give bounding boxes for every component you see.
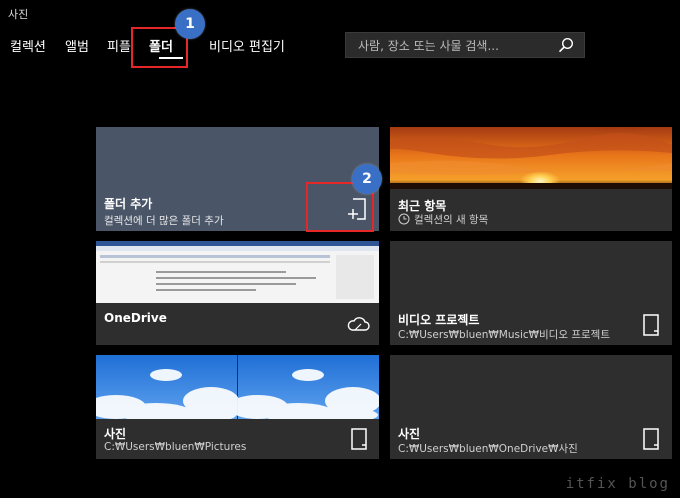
- pictures-path: C:₩Users₩bluen₩Pictures: [104, 441, 247, 453]
- blog-watermark: itfix blog: [565, 476, 670, 492]
- folder-icon: [643, 428, 659, 450]
- add-folder-subtitle: 컬렉션에 더 많은 폴더 추가: [104, 215, 224, 227]
- search-input[interactable]: [356, 35, 555, 57]
- onedrive-title: OneDrive: [104, 311, 167, 325]
- callout-badge-1: 1: [175, 9, 205, 39]
- onedrive-pictures-path: C:₩Users₩bluen₩OneDrive₩사진: [398, 443, 578, 455]
- nav-people[interactable]: 피플: [107, 36, 131, 55]
- nav-collections[interactable]: 컬렉션: [10, 36, 46, 55]
- onedrive-tile[interactable]: OneDrive: [96, 241, 379, 345]
- video-projects-path: C:₩Users₩bluen₩Music₩비디오 프로젝트: [398, 329, 610, 341]
- nav-video-editor[interactable]: 비디오 편집기: [209, 36, 285, 55]
- add-folder-title: 폴더 추가: [104, 197, 153, 211]
- search-box[interactable]: [345, 32, 585, 58]
- app-title: 사진: [8, 8, 29, 21]
- folder-icon: [643, 314, 659, 336]
- cloud-icon: [347, 317, 370, 331]
- sky-thumbnail: [96, 355, 379, 419]
- folder-icon: [351, 428, 367, 450]
- video-projects-title: 비디오 프로젝트: [398, 313, 480, 327]
- clock-icon: [398, 213, 410, 225]
- video-projects-tile[interactable]: 비디오 프로젝트 C:₩Users₩bluen₩Music₩비디오 프로젝트: [390, 241, 672, 345]
- nav-albums[interactable]: 앨범: [65, 36, 89, 55]
- sunset-thumbnail: [390, 127, 672, 189]
- onedrive-pictures-tile[interactable]: 사진 C:₩Users₩bluen₩OneDrive₩사진: [390, 355, 672, 459]
- onedrive-pictures-title: 사진: [398, 427, 421, 441]
- search-icon[interactable]: [558, 37, 574, 53]
- onedrive-thumbnail: [96, 241, 379, 303]
- callout-badge-2: 2: [352, 164, 382, 194]
- recent-items-subtitle: 컬렉션의 새 항목: [414, 214, 489, 226]
- pictures-tile[interactable]: 사진 C:₩Users₩bluen₩Pictures: [96, 355, 379, 459]
- pictures-title: 사진: [104, 427, 127, 441]
- recent-items-tile[interactable]: 최근 항목 컬렉션의 새 항목: [390, 127, 672, 231]
